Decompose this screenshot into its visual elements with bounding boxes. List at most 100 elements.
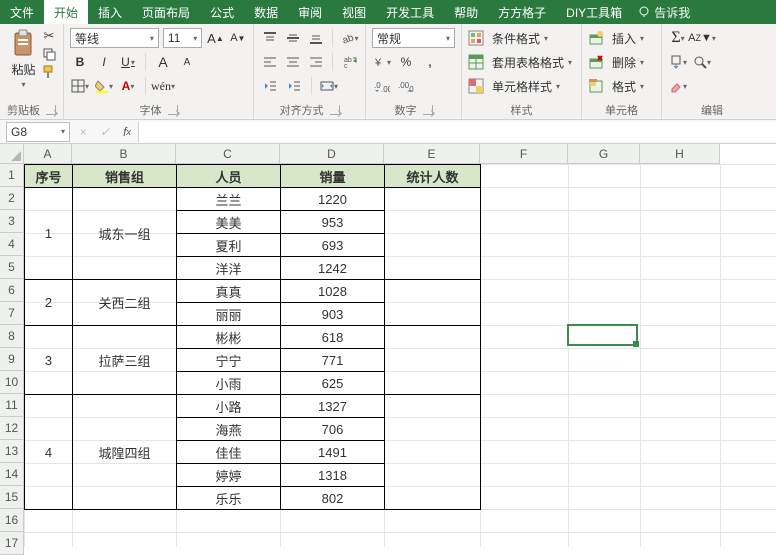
row-header-2[interactable]: 2 — [0, 187, 24, 210]
col-header-G[interactable]: G — [568, 144, 640, 164]
font-size-combo[interactable]: 11▾ — [163, 28, 202, 48]
increase-indent-icon[interactable] — [284, 76, 304, 96]
align-bottom-icon[interactable] — [306, 28, 325, 48]
row-header-14[interactable]: 14 — [0, 463, 24, 486]
paste-button[interactable]: 粘贴 ▾ — [6, 26, 41, 92]
align-center-icon[interactable] — [283, 52, 302, 72]
row-header-13[interactable]: 13 — [0, 440, 24, 463]
font-name-combo[interactable]: 等线▾ — [70, 28, 159, 48]
align-middle-icon[interactable] — [283, 28, 302, 48]
decrease-decimal-icon[interactable]: .00.0 — [396, 76, 416, 96]
orientation-icon[interactable]: ab▾ — [340, 28, 359, 48]
cell-no: 3 — [25, 326, 73, 395]
row-header-4[interactable]: 4 — [0, 233, 24, 256]
dialog-launcher-icon[interactable] — [423, 105, 433, 115]
fx-icon[interactable]: fx — [116, 122, 138, 142]
tab-6[interactable]: 审阅 — [288, 0, 332, 24]
select-all-corner[interactable] — [0, 144, 24, 164]
row-header-15[interactable]: 15 — [0, 486, 24, 509]
tab-11[interactable]: DIY工具箱 — [556, 0, 632, 24]
cut-icon[interactable]: ✂ — [41, 28, 57, 44]
cell-styles-button[interactable]: 单元格样式▾ — [468, 74, 575, 98]
col-header-A[interactable]: A — [24, 144, 72, 164]
decrease-font-icon[interactable]: A▼ — [229, 28, 247, 48]
col-header-C[interactable]: C — [176, 144, 280, 164]
row-header-3[interactable]: 3 — [0, 210, 24, 233]
borders-button[interactable]: ▾ — [70, 76, 90, 96]
format-cells-button[interactable]: 格式▾ — [588, 74, 655, 98]
col-header-D[interactable]: D — [280, 144, 384, 164]
phonetic-button[interactable]: wén▾ — [153, 76, 173, 96]
conditional-format-button[interactable]: 条件格式▾ — [468, 26, 575, 50]
tell-me[interactable]: 告诉我 — [638, 4, 690, 21]
align-top-icon[interactable] — [260, 28, 279, 48]
tab-0[interactable]: 文件 — [0, 0, 44, 24]
dialog-launcher-icon[interactable] — [330, 105, 340, 115]
dialog-launcher-icon[interactable] — [168, 105, 178, 115]
underline-button[interactable]: U▾ — [118, 52, 138, 72]
bold-button[interactable]: B — [70, 52, 90, 72]
font-color-button[interactable]: A▾ — [118, 76, 138, 96]
fill-color-button[interactable]: ▾ — [94, 76, 114, 96]
row-header-16[interactable]: 16 — [0, 509, 24, 532]
sort-filter-icon[interactable]: AZ▼▾ — [692, 28, 712, 48]
tab-1[interactable]: 开始 — [44, 0, 88, 24]
percent-icon[interactable]: % — [396, 52, 416, 72]
row-header-17[interactable]: 17 — [0, 532, 24, 555]
row-header-10[interactable]: 10 — [0, 371, 24, 394]
row-header-11[interactable]: 11 — [0, 394, 24, 417]
autosum-icon[interactable]: Σ▾ — [668, 28, 688, 48]
wrap-text-icon[interactable]: abc — [340, 52, 359, 72]
increase-font-alt-icon[interactable]: A — [153, 52, 173, 72]
currency-icon[interactable]: ¥▾ — [372, 52, 392, 72]
tab-3[interactable]: 页面布局 — [132, 0, 200, 24]
row-header-1[interactable]: 1 — [0, 164, 24, 187]
row-header-7[interactable]: 7 — [0, 302, 24, 325]
merge-cells-icon[interactable]: ▾ — [319, 76, 339, 96]
tab-5[interactable]: 数据 — [244, 0, 288, 24]
find-icon[interactable]: ▾ — [692, 52, 712, 72]
table-format-button[interactable]: 套用表格格式▾ — [468, 50, 575, 74]
cell-group: 拉萨三组 — [73, 326, 177, 395]
copy-icon[interactable] — [41, 46, 57, 62]
tab-9[interactable]: 帮助 — [444, 0, 488, 24]
insert-cells-button[interactable]: 插入▾ — [588, 26, 655, 50]
col-header-H[interactable]: H — [640, 144, 720, 164]
increase-decimal-icon[interactable]: .0.00 — [372, 76, 392, 96]
col-header-F[interactable]: F — [480, 144, 568, 164]
fill-icon[interactable]: ▾ — [668, 52, 688, 72]
cell-sales: 706 — [281, 418, 385, 441]
col-header-B[interactable]: B — [72, 144, 176, 164]
row-header-5[interactable]: 5 — [0, 256, 24, 279]
tab-4[interactable]: 公式 — [200, 0, 244, 24]
increase-font-icon[interactable]: A▲ — [206, 28, 224, 48]
name-box[interactable]: G8▾ — [6, 122, 70, 142]
delete-cells-button[interactable]: 删除▾ — [588, 50, 655, 74]
align-left-icon[interactable] — [260, 52, 279, 72]
tab-10[interactable]: 方方格子 — [488, 0, 556, 24]
row-header-6[interactable]: 6 — [0, 279, 24, 302]
cell-person: 佳佳 — [177, 441, 281, 464]
tab-8[interactable]: 开发工具 — [376, 0, 444, 24]
grid[interactable]: 序号销售组人员销量统计人数1城东一组兰兰1220美美953夏利693洋洋1242… — [24, 164, 776, 547]
align-right-icon[interactable] — [306, 52, 325, 72]
clear-icon[interactable]: ▾ — [668, 76, 688, 96]
formula-input[interactable] — [138, 122, 776, 142]
tab-2[interactable]: 插入 — [88, 0, 132, 24]
comma-icon[interactable]: , — [420, 52, 440, 72]
cell-stat — [385, 326, 481, 395]
decrease-indent-icon[interactable] — [260, 76, 280, 96]
row-header-8[interactable]: 8 — [0, 325, 24, 348]
col-header-E[interactable]: E — [384, 144, 480, 164]
cancel-icon[interactable]: × — [72, 122, 94, 142]
decrease-font-alt-icon[interactable]: A — [177, 52, 197, 72]
row-header-9[interactable]: 9 — [0, 348, 24, 371]
format-painter-icon[interactable] — [41, 64, 57, 80]
row-header-12[interactable]: 12 — [0, 417, 24, 440]
dialog-launcher-icon[interactable] — [46, 105, 56, 115]
enter-icon[interactable]: ✓ — [94, 122, 116, 142]
tab-7[interactable]: 视图 — [332, 0, 376, 24]
number-format-combo[interactable]: 常规▾ — [372, 28, 455, 48]
group-editing: Σ▾ AZ▼▾ ▾ ▾ ▾ 编辑 — [662, 24, 762, 119]
italic-button[interactable]: I — [94, 52, 114, 72]
